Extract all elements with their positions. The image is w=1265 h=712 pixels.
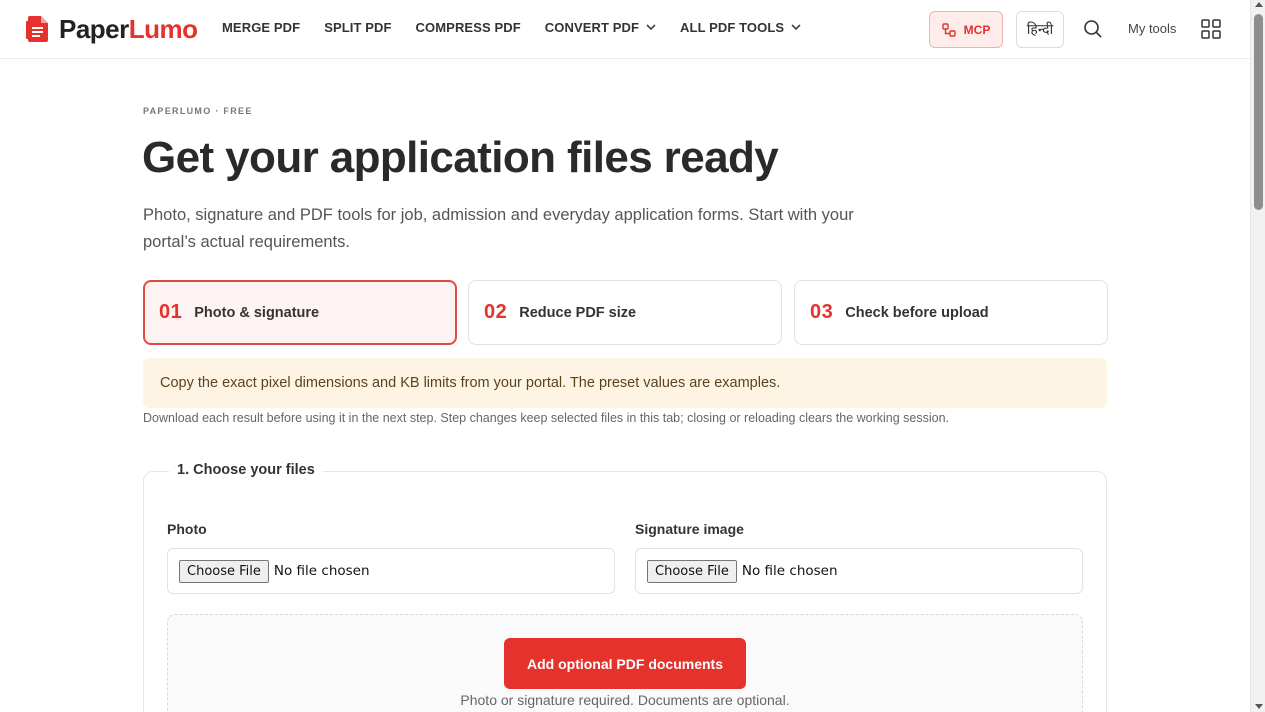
site-header: PaperLumo MERGE PDF SPLIT PDF COMPRESS P… <box>0 0 1250 59</box>
eyebrow-text: PAPERLUMO · FREE <box>143 106 253 116</box>
requirements-notice: Copy the exact pixel dimensions and KB l… <box>143 358 1107 408</box>
photo-label: Photo <box>167 521 207 537</box>
chevron-down-icon <box>791 24 801 31</box>
signature-file-input[interactable]: Choose File No file chosen <box>635 548 1083 594</box>
nav-compress-pdf[interactable]: COMPRESS PDF <box>416 20 521 35</box>
dropzone-hint: Photo or signature required. Documents a… <box>460 692 790 708</box>
page-title: Get your application files ready <box>142 133 779 182</box>
signature-choose-file-button[interactable]: Choose File <box>647 559 737 583</box>
step-number: 03 <box>810 301 834 323</box>
logo-text: PaperLumo <box>59 13 198 44</box>
photo-choose-file-button[interactable]: Choose File <box>179 559 269 583</box>
main-nav: MERGE PDF SPLIT PDF COMPRESS PDF CONVERT… <box>222 20 825 35</box>
step-number: 02 <box>484 301 508 323</box>
nav-split-pdf[interactable]: SPLIT PDF <box>324 20 391 35</box>
section-legend: 1. Choose your files <box>169 462 323 478</box>
connector-icon <box>941 22 956 37</box>
step-label: Check before upload <box>845 304 989 321</box>
nav-all-pdf-tools[interactable]: ALL PDF TOOLS <box>680 20 801 35</box>
photo-file-input[interactable]: Choose File No file chosen <box>167 548 615 594</box>
scroll-down-arrow-icon[interactable] <box>1254 704 1263 709</box>
step-tab-check-upload[interactable]: 03 Check before upload <box>794 280 1108 345</box>
step-label: Photo & signature <box>194 304 320 321</box>
nav-merge-pdf[interactable]: MERGE PDF <box>222 20 300 35</box>
document-logo-icon <box>26 16 48 42</box>
nav-all-pdf-tools-label: ALL PDF TOOLS <box>680 20 785 35</box>
search-icon[interactable] <box>1083 19 1103 39</box>
add-pdf-documents-button[interactable]: Add optional PDF documents <box>504 638 746 689</box>
scroll-thumb[interactable] <box>1254 14 1263 210</box>
language-button[interactable]: हिन्दी <box>1016 11 1064 48</box>
step-tab-photo-signature[interactable]: 01 Photo & signature <box>143 280 457 345</box>
step-tab-reduce-pdf[interactable]: 02 Reduce PDF size <box>468 280 782 345</box>
notice-text: Copy the exact pixel dimensions and KB l… <box>160 375 781 391</box>
step-label: Reduce PDF size <box>519 304 637 321</box>
logo[interactable]: PaperLumo <box>26 14 198 44</box>
nav-convert-pdf-label: CONVERT PDF <box>544 20 640 35</box>
my-tools-link[interactable]: My tools <box>1128 21 1176 36</box>
photo-file-status: No file chosen <box>273 563 370 579</box>
nav-convert-pdf[interactable]: CONVERT PDF <box>545 20 656 35</box>
mcp-button[interactable]: MCP <box>929 11 1003 48</box>
scroll-up-arrow-icon[interactable] <box>1254 2 1263 7</box>
signature-file-status: No file chosen <box>741 563 838 579</box>
page-scrollbar[interactable] <box>1250 0 1265 712</box>
session-hint: Download each result before using it in … <box>143 411 950 425</box>
chevron-down-icon <box>646 24 656 31</box>
page-subtitle: Photo, signature and PDF tools for job, … <box>143 206 854 251</box>
language-label: हिन्दी <box>1026 22 1054 38</box>
apps-grid-icon[interactable] <box>1201 19 1221 39</box>
step-number: 01 <box>159 301 183 323</box>
mcp-label: MCP <box>963 22 991 37</box>
signature-label: Signature image <box>635 521 744 537</box>
